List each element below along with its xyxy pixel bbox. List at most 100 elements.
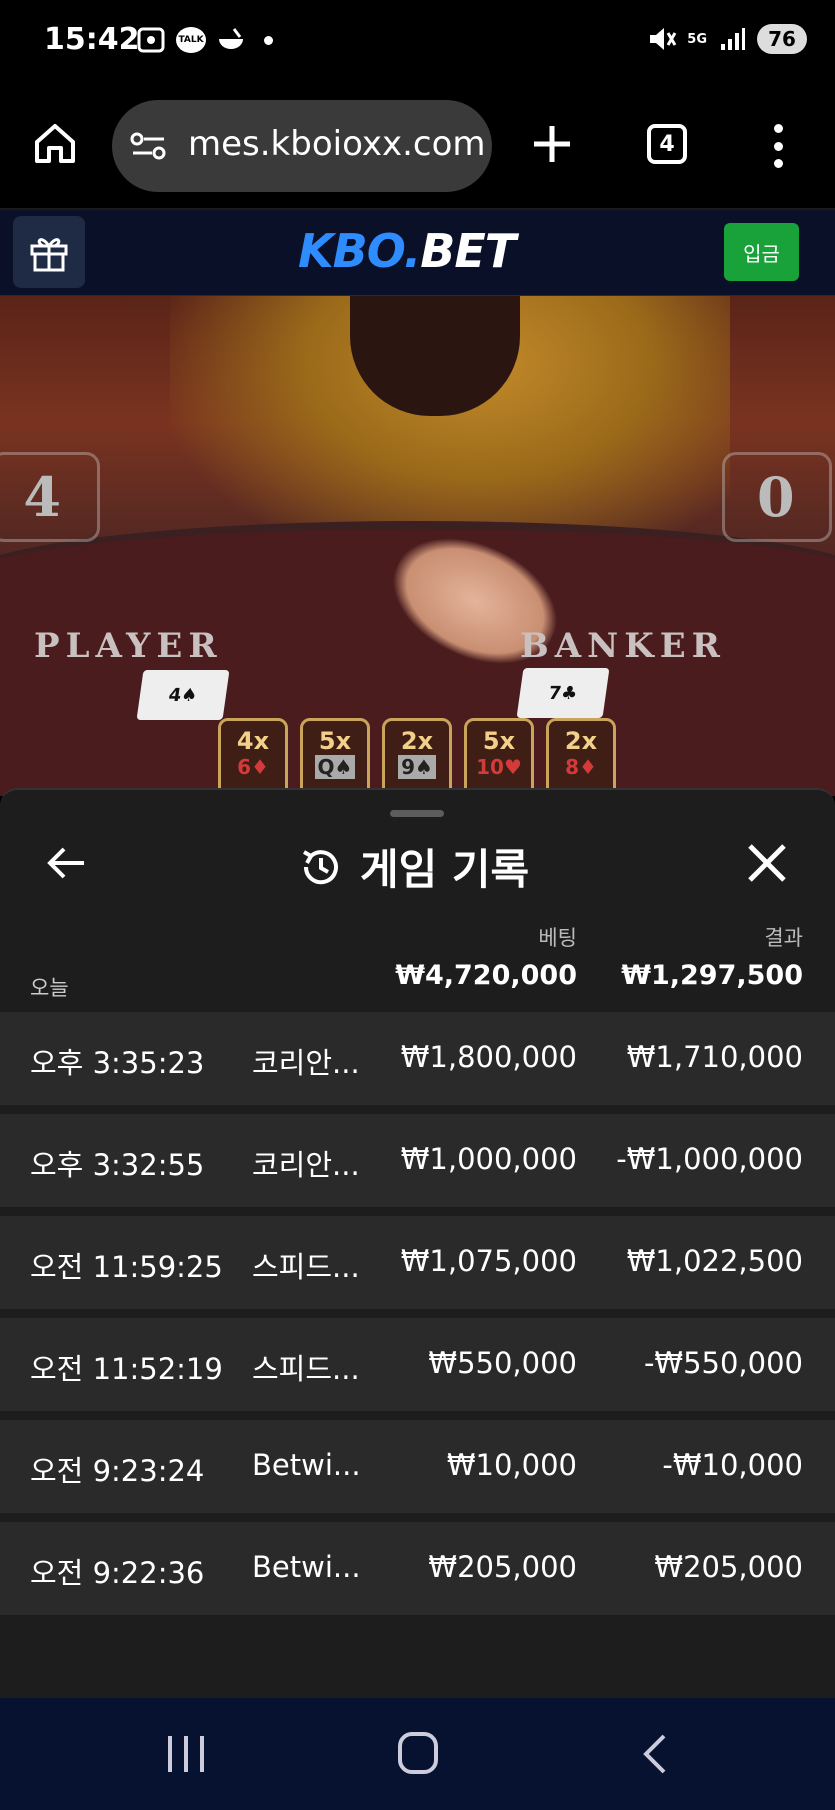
site-settings-button[interactable]: [130, 130, 168, 162]
column-header-result: 결과: [764, 926, 803, 950]
row-result: -₩10,000: [662, 1448, 803, 1482]
history-row[interactable]: 오전 11:59:25 스피드... ₩1,075,000 ₩1,022,500: [0, 1216, 835, 1309]
recent-apps-button[interactable]: [168, 1736, 204, 1772]
address-bar[interactable]: mes.kboioxx.com: [112, 100, 492, 192]
url-text: mes.kboioxx.com: [188, 124, 486, 164]
banker-label: BANKER: [520, 626, 726, 666]
row-result: ₩1,710,000: [626, 1040, 803, 1074]
live-game-video[interactable]: 4 0 PLAYER BANKER 4♠ 7♣ 4x 6♦ 5x Q♠ 2x 9…: [0, 296, 835, 796]
multiplier-card: 2x 9♠: [382, 718, 452, 796]
screenshot-icon: [136, 26, 166, 54]
row-result: -₩1,000,000: [616, 1142, 803, 1176]
player-card: 4♠: [136, 670, 230, 720]
row-game: 코리안...: [252, 1046, 360, 1080]
chevron-left-icon: [643, 1734, 666, 1774]
history-row[interactable]: 오후 3:35:23 코리안... ₩1,800,000 ₩1,710,000: [0, 1012, 835, 1105]
system-nav-bar: [0, 1698, 835, 1810]
recent-apps-icon: [168, 1736, 172, 1772]
home-icon: [35, 124, 75, 163]
logo-bet-text: BET: [420, 224, 516, 278]
row-bet: ₩1,000,000: [400, 1142, 577, 1176]
sheet-drag-handle[interactable]: [390, 810, 444, 817]
row-bet: ₩10,000: [446, 1448, 577, 1482]
row-game: 스피드...: [252, 1352, 360, 1386]
multiplier-card-face: 6♦: [237, 755, 269, 779]
multiplier-card-face: 8♦: [565, 755, 597, 779]
multiplier-value: 5x: [318, 727, 352, 755]
multiplier-card: 4x 6♦: [218, 718, 288, 796]
history-row[interactable]: 오전 11:52:19 스피드... ₩550,000 -₩550,000: [0, 1318, 835, 1411]
logo-kbo-text: KBO.: [298, 224, 421, 278]
row-game: Betwi...: [252, 1550, 361, 1584]
row-time: 오전 11:52:19: [30, 1352, 223, 1386]
today-label: 오늘: [30, 976, 69, 1000]
plus-icon: [534, 126, 570, 162]
column-header-bet: 베팅: [538, 926, 577, 950]
row-time: 오전 9:22:36: [30, 1556, 205, 1590]
panel-header: 게임 기록: [298, 836, 529, 897]
game-history-sheet: 게임 기록 베팅 결과 오늘 ₩4,720,000 ₩1,297,500 오후 …: [0, 788, 835, 1698]
status-bar: 15:42 TALK 5G 76: [0, 0, 835, 84]
site-logo[interactable]: KBO.BET: [298, 224, 516, 278]
history-row[interactable]: 오후 3:32:55 코리안... ₩1,000,000 -₩1,000,000: [0, 1114, 835, 1207]
notification-icons: TALK: [136, 26, 273, 54]
history-row[interactable]: 오전 9:22:36 Betwi... ₩205,000 ₩205,000: [0, 1522, 835, 1615]
system-home-button[interactable]: [398, 1732, 438, 1774]
site-header: KBO.BET 입금: [0, 210, 835, 296]
tab-switcher-button[interactable]: 4: [647, 124, 687, 164]
browser-toolbar: mes.kboioxx.com 4: [0, 84, 835, 210]
new-tab-button[interactable]: [530, 122, 574, 166]
arrow-left-icon: [47, 847, 84, 879]
gift-button[interactable]: [13, 216, 85, 288]
history-list: 오후 3:35:23 코리안... ₩1,800,000 ₩1,710,000 …: [0, 1012, 835, 1624]
close-icon: [748, 844, 786, 882]
player-score: 4: [0, 452, 100, 542]
row-result: -₩550,000: [643, 1346, 803, 1380]
mute-icon: [647, 25, 677, 53]
deposit-button[interactable]: 입금: [724, 223, 799, 281]
gift-icon: [30, 238, 68, 272]
panel-title: 게임 기록: [360, 845, 530, 894]
kakaotalk-icon: TALK: [176, 27, 206, 53]
today-bet-total: ₩4,720,000: [395, 960, 577, 991]
multiplier-card: 2x 8♦: [546, 718, 616, 796]
battery-indicator: 76: [757, 24, 807, 54]
multiplier-value: 5x: [482, 727, 516, 755]
signal-icon: [717, 25, 747, 53]
row-bet: ₩1,075,000: [400, 1244, 577, 1278]
today-result-total: ₩1,297,500: [621, 960, 803, 991]
more-vert-icon: [773, 124, 783, 133]
status-time: 15:42: [44, 22, 140, 57]
row-result: ₩205,000: [654, 1550, 803, 1584]
row-time: 오전 11:59:25: [30, 1250, 223, 1284]
food-bowl-icon: [216, 26, 246, 54]
multiplier-value: 2x: [400, 727, 434, 755]
browser-home-button[interactable]: [32, 120, 78, 166]
multiplier-value: 2x: [564, 727, 598, 755]
multiplier-cards: 4x 6♦ 5x Q♠ 2x 9♠ 5x 10♥ 2x 8♦: [218, 718, 616, 796]
multiplier-card: 5x Q♠: [300, 718, 370, 796]
back-button[interactable]: [44, 840, 90, 886]
row-bet: ₩205,000: [428, 1550, 577, 1584]
banker-card: 7♣: [516, 668, 610, 718]
history-icon: [303, 849, 338, 884]
banker-score: 0: [722, 452, 832, 542]
row-result: ₩1,022,500: [626, 1244, 803, 1278]
close-button[interactable]: [746, 842, 788, 884]
row-game: Betwi...: [252, 1448, 361, 1482]
multiplier-card: 5x 10♥: [464, 718, 534, 796]
browser-menu-button[interactable]: [770, 124, 786, 168]
more-notifications-dot: [264, 35, 273, 45]
network-type-label: 5G: [687, 31, 707, 47]
row-game: 코리안...: [252, 1148, 360, 1182]
multiplier-value: 4x: [236, 727, 270, 755]
system-back-button[interactable]: [636, 1732, 676, 1776]
multiplier-card-face: 9♠: [398, 755, 436, 779]
row-time: 오전 9:23:24: [30, 1454, 205, 1488]
multiplier-card-face: Q♠: [314, 755, 356, 779]
history-row[interactable]: 오전 9:23:24 Betwi... ₩10,000 -₩10,000: [0, 1420, 835, 1513]
row-bet: ₩1,800,000: [400, 1040, 577, 1074]
multiplier-card-face: 10♥: [476, 755, 522, 779]
row-time: 오후 3:32:55: [30, 1148, 205, 1182]
player-label: PLAYER: [34, 626, 223, 666]
